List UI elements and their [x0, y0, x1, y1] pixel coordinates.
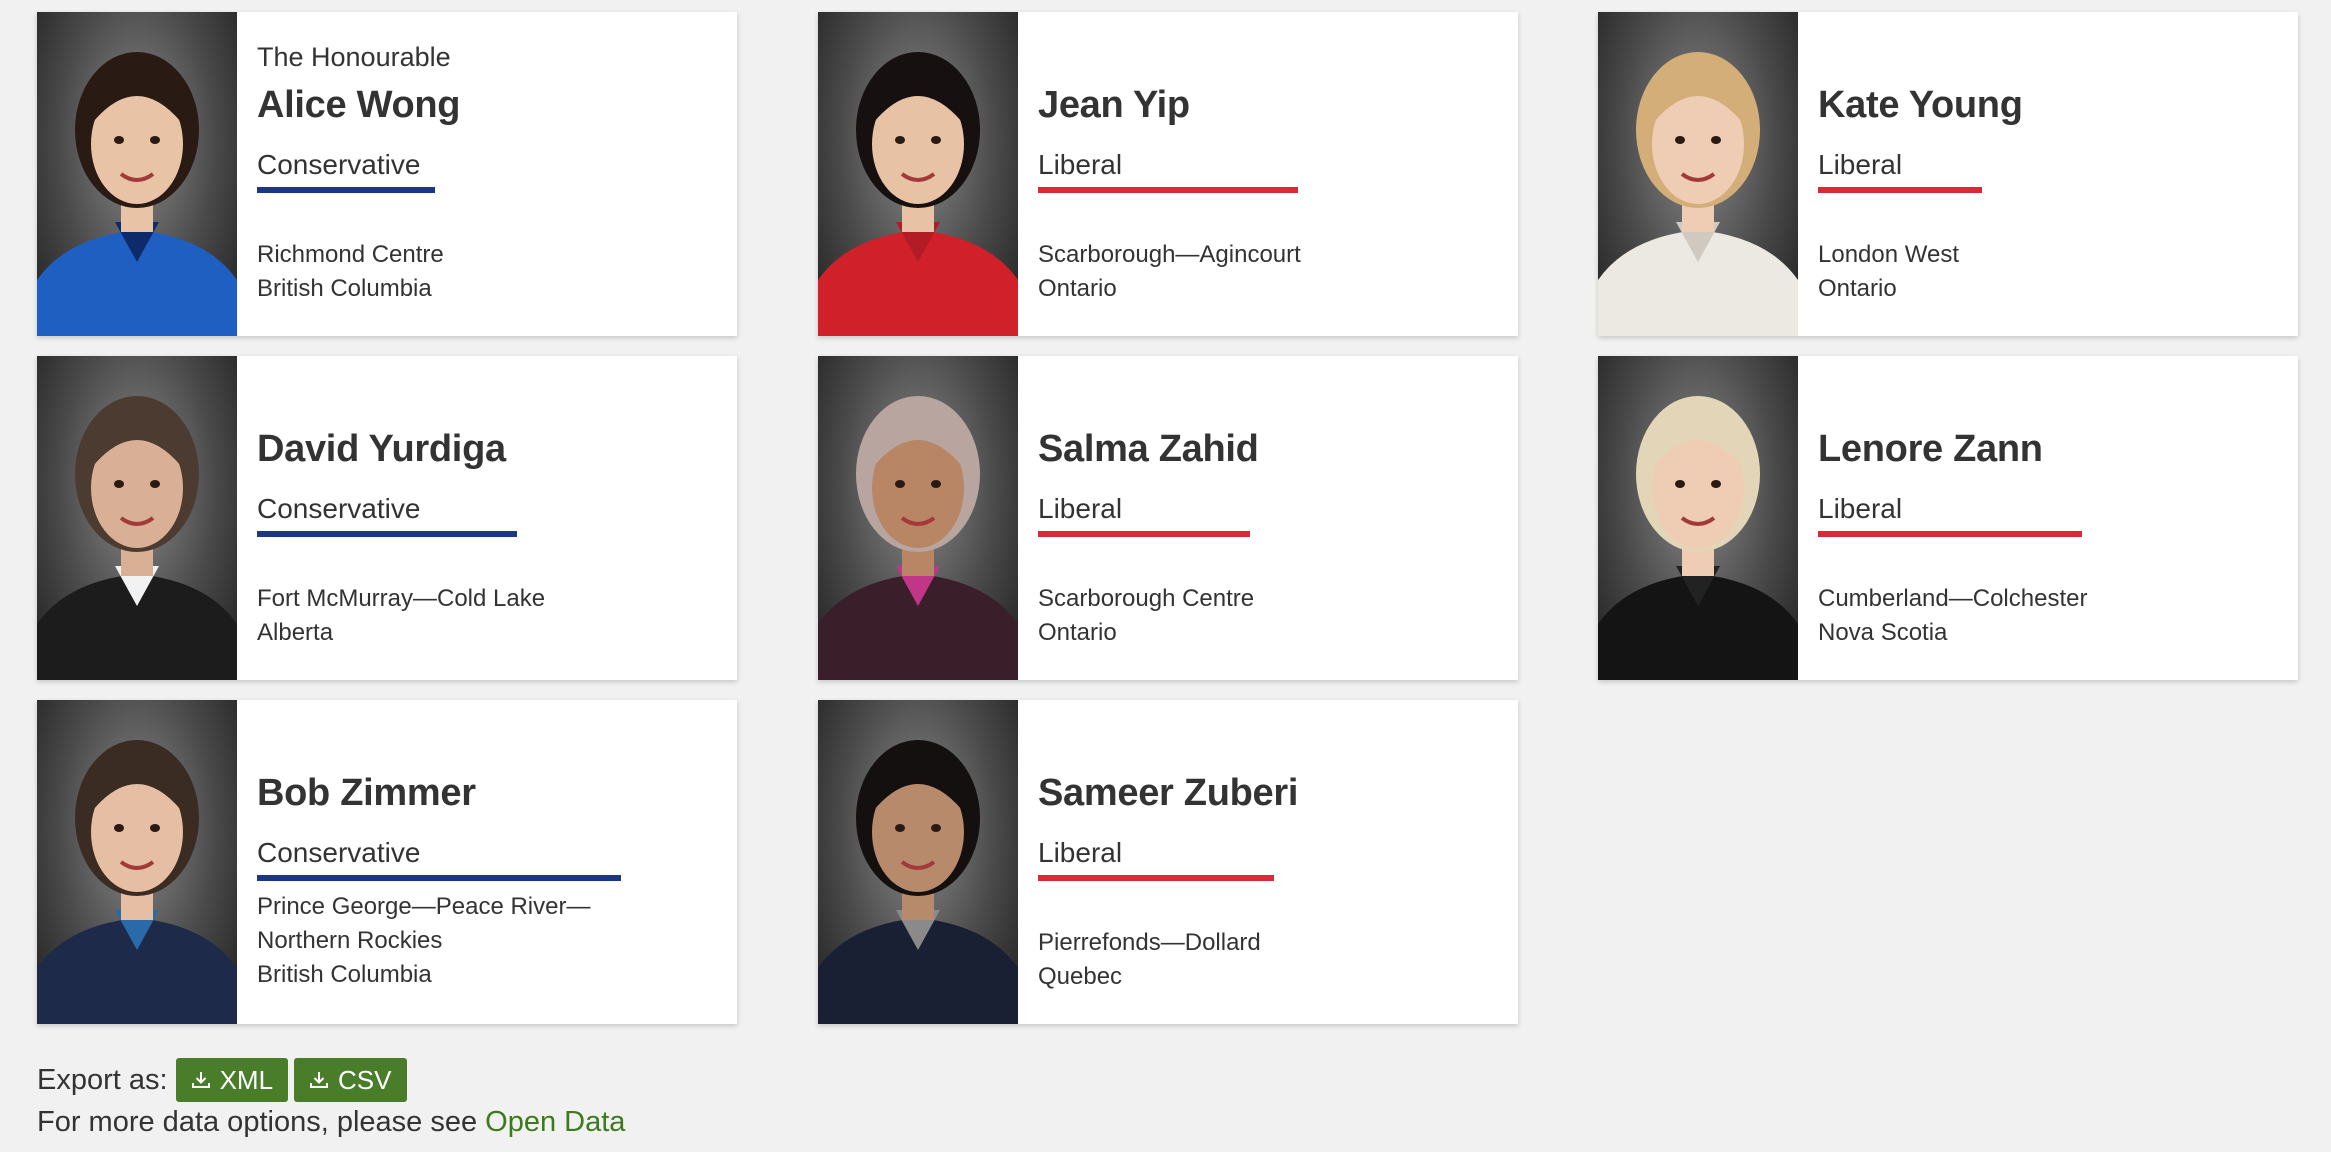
export-csv-button[interactable]: CSV — [294, 1058, 407, 1102]
member-party: Conservative — [257, 837, 621, 881]
member-photo — [37, 356, 237, 680]
member-name: Kate Young — [1818, 84, 2023, 126]
riding-line: London West — [1818, 241, 1959, 268]
portrait-illustration — [818, 396, 1018, 680]
member-card-lenore-zann[interactable]: Lenore Zann Liberal Cumberland—Colcheste… — [1598, 356, 2298, 680]
portrait-illustration — [37, 740, 237, 1024]
member-riding: Fort McMurray—Cold Lake Alberta — [257, 582, 545, 650]
member-info: Sameer Zuberi Liberal Pierrefonds—Dollar… — [1018, 700, 1518, 1024]
member-card-kate-young[interactable]: Kate Young Liberal London West Ontario — [1598, 12, 2298, 336]
riding-line: Prince George—Peace River— — [257, 893, 591, 920]
member-party: Liberal — [1818, 493, 2082, 537]
member-info: Kate Young Liberal London West Ontario — [1798, 12, 2298, 336]
member-party: Liberal — [1038, 493, 1250, 537]
riding-line: Pierrefonds—Dollard — [1038, 929, 1261, 956]
portrait-illustration — [1598, 52, 1798, 336]
more-data-options: For more data options, please see Open D… — [37, 1106, 625, 1139]
member-name: Sameer Zuberi — [1038, 772, 1299, 814]
member-riding: Richmond Centre British Columbia — [257, 238, 444, 306]
province-line: Quebec — [1038, 963, 1123, 990]
member-photo — [818, 356, 1018, 680]
more-data-text: For more data options, please see — [37, 1106, 486, 1138]
member-photo — [37, 12, 237, 336]
member-info: David Yurdiga Conservative Fort McMurray… — [237, 356, 737, 680]
member-photo — [1598, 12, 1798, 336]
member-riding: Scarborough—Agincourt Ontario — [1038, 238, 1301, 306]
member-card-jean-yip[interactable]: Jean Yip Liberal Scarborough—Agincourt O… — [818, 12, 1518, 336]
member-riding: Cumberland—Colchester Nova Scotia — [1818, 582, 2087, 650]
export-csv-label: CSV — [338, 1064, 392, 1095]
download-icon — [310, 1072, 329, 1088]
riding-line: Scarborough Centre — [1038, 585, 1255, 612]
member-photo — [818, 700, 1018, 1024]
province-line: Nova Scotia — [1818, 619, 1948, 646]
member-party: Conservative — [257, 493, 517, 537]
member-photo — [37, 700, 237, 1024]
member-card-salma-zahid[interactable]: Salma Zahid Liberal Scarborough Centre O… — [818, 356, 1518, 680]
member-info: The Honourable Alice Wong Conservative R… — [237, 12, 737, 336]
member-card-sameer-zuberi[interactable]: Sameer Zuberi Liberal Pierrefonds—Dollar… — [818, 700, 1518, 1024]
member-photo — [818, 12, 1018, 336]
member-party: Liberal — [1038, 149, 1298, 193]
portrait-illustration — [37, 52, 237, 336]
export-xml-button[interactable]: XML — [175, 1058, 289, 1102]
riding-line: Fort McMurray—Cold Lake — [257, 585, 546, 612]
member-party: Conservative — [257, 149, 435, 193]
province-line: Ontario — [1038, 275, 1117, 302]
open-data-link[interactable]: Open Data — [485, 1106, 625, 1138]
member-name: David Yurdiga — [257, 428, 506, 470]
members-page: The Honourable Alice Wong Conservative R… — [0, 0, 2331, 1152]
export-bar: Export as: XML CSV — [37, 1058, 413, 1102]
member-riding: Prince George—Peace River— Northern Rock… — [257, 890, 590, 992]
portrait-illustration — [818, 52, 1018, 336]
member-name: Bob Zimmer — [257, 772, 476, 814]
member-name: Salma Zahid — [1038, 428, 1259, 470]
portrait-illustration — [818, 740, 1018, 1024]
member-name: Lenore Zann — [1818, 428, 2043, 470]
member-card-alice-wong[interactable]: The Honourable Alice Wong Conservative R… — [37, 12, 737, 336]
province-line: British Columbia — [257, 275, 432, 302]
riding-line: Scarborough—Agincourt — [1038, 241, 1301, 268]
member-card-david-yurdiga[interactable]: David Yurdiga Conservative Fort McMurray… — [37, 356, 737, 680]
province-line: Alberta — [257, 619, 334, 646]
export-xml-label: XML — [219, 1064, 274, 1095]
member-party: Liberal — [1038, 837, 1274, 881]
riding-line: Northern Rockies — [257, 927, 443, 954]
province-line: Ontario — [1818, 275, 1897, 302]
member-info: Bob Zimmer Conservative Prince George—Pe… — [237, 700, 737, 1024]
portrait-illustration — [37, 396, 237, 680]
member-info: Lenore Zann Liberal Cumberland—Colcheste… — [1798, 356, 2298, 680]
member-riding: Scarborough Centre Ontario — [1038, 582, 1254, 650]
member-riding: London West Ontario — [1818, 238, 1959, 306]
member-name: Alice Wong — [257, 84, 461, 126]
member-card-bob-zimmer[interactable]: Bob Zimmer Conservative Prince George—Pe… — [37, 700, 737, 1024]
member-info: Salma Zahid Liberal Scarborough Centre O… — [1018, 356, 1518, 680]
export-label: Export as: — [37, 1063, 168, 1096]
download-icon — [191, 1072, 210, 1088]
member-party: Liberal — [1818, 149, 1982, 193]
riding-line: Cumberland—Colchester — [1818, 585, 2088, 612]
riding-line: Richmond Centre — [257, 241, 444, 268]
member-riding: Pierrefonds—Dollard Quebec — [1038, 926, 1261, 994]
portrait-illustration — [1598, 396, 1798, 680]
member-photo — [1598, 356, 1798, 680]
member-info: Jean Yip Liberal Scarborough—Agincourt O… — [1018, 12, 1518, 336]
province-line: Ontario — [1038, 619, 1117, 646]
member-honorific: The Honourable — [257, 42, 451, 72]
member-name: Jean Yip — [1038, 84, 1190, 126]
province-line: British Columbia — [257, 961, 432, 988]
